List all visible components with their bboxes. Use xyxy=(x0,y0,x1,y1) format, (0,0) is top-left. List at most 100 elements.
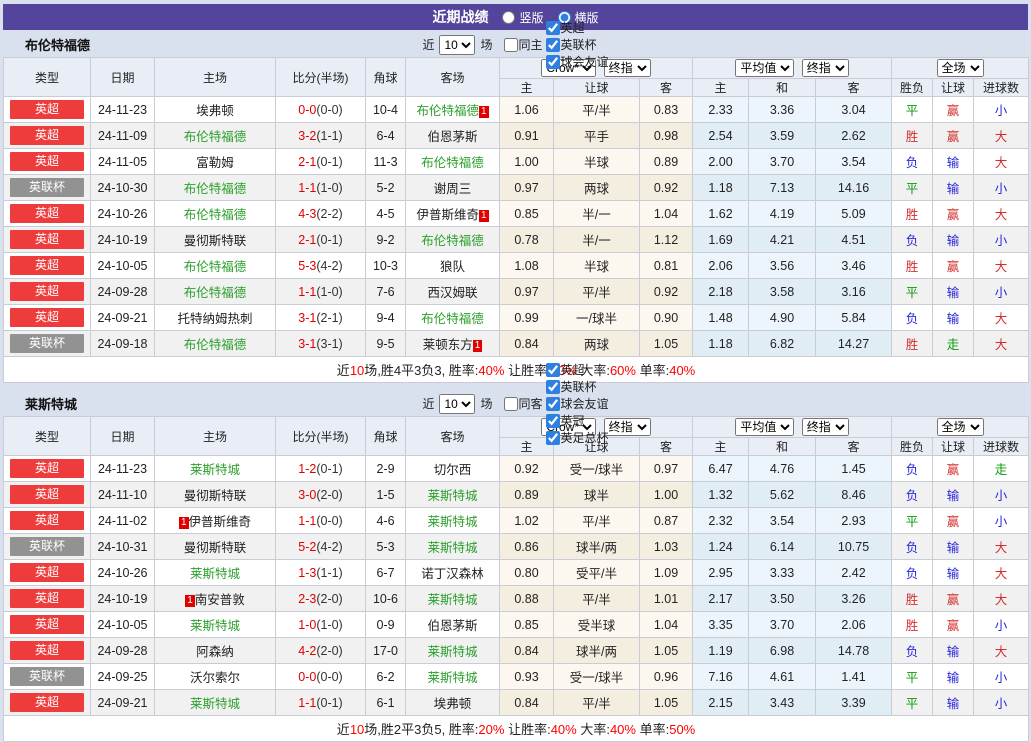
result-handicap-cell: 输 xyxy=(933,175,974,201)
table-row: 英联杯24-09-18布伦特福德3-1(3-1)9-5莱顿东方10.84两球1.… xyxy=(4,331,1029,357)
match-type-cell: 英超 xyxy=(4,560,91,586)
league-checkbox[interactable] xyxy=(546,55,560,69)
league-type-badge: 英联杯 xyxy=(10,537,84,556)
league-checkbox[interactable] xyxy=(546,21,560,35)
same-venue-checkbox-label[interactable]: 同客 xyxy=(503,395,543,412)
scope-select[interactable]: 全场 xyxy=(937,59,984,77)
odds-home-cell: 0.89 xyxy=(500,482,554,508)
result-goals-cell: 大 xyxy=(974,201,1029,227)
games-count-select[interactable]: 10 xyxy=(439,35,475,55)
league-checkbox[interactable] xyxy=(546,431,560,445)
league-checkbox-label[interactable]: 英超 xyxy=(545,361,609,378)
result-handicap-cell: 输 xyxy=(933,482,974,508)
col-date: 日期 xyxy=(91,417,155,456)
red-card-badge: 1 xyxy=(479,106,489,118)
result-handicap-cell: 输 xyxy=(933,534,974,560)
avg-home-cell: 1.32 xyxy=(693,482,749,508)
half-score: (2-2) xyxy=(316,207,342,221)
odds-away-cell: 0.87 xyxy=(640,508,693,534)
home-team-cell: 布伦特福德 xyxy=(155,253,276,279)
col-score: 比分(半场) xyxy=(276,417,366,456)
date-cell: 24-09-18 xyxy=(91,331,155,357)
league-checkbox-label[interactable]: 球会友谊 xyxy=(545,53,609,70)
date-cell: 24-10-26 xyxy=(91,201,155,227)
away-team-cell: 西汉姆联 xyxy=(406,279,500,305)
league-checkbox[interactable] xyxy=(546,414,560,428)
away-team-cell: 莱斯特城 xyxy=(406,664,500,690)
league-type-badge: 英超 xyxy=(10,126,84,145)
odds-home-cell: 0.84 xyxy=(500,638,554,664)
odds-stage-select[interactable]: 终指 xyxy=(604,59,651,77)
games-suffix: 场 xyxy=(480,395,492,412)
avg-draw-cell: 6.98 xyxy=(749,638,816,664)
league-type-badge: 英超 xyxy=(10,230,84,249)
league-checkbox-label[interactable]: 球会友谊 xyxy=(545,395,609,412)
table-row: 英超24-10-26莱斯特城1-3(1-1)6-7诺丁汉森林0.80受平/半1.… xyxy=(4,560,1029,586)
same-venue-checkbox[interactable] xyxy=(504,397,518,411)
league-checkbox-label[interactable]: 英联杯 xyxy=(545,378,609,395)
date-cell: 24-09-28 xyxy=(91,279,155,305)
same-venue-checkbox[interactable] xyxy=(504,38,518,52)
result-handicap-cell: 输 xyxy=(933,560,974,586)
half-score: (1-1) xyxy=(316,566,342,580)
away-team-cell: 莱斯特城 xyxy=(406,586,500,612)
away-team-cell: 莱斯特城 xyxy=(406,482,500,508)
avg-home-cell: 2.00 xyxy=(693,149,749,175)
summary-percent: 50% xyxy=(669,722,695,737)
avg-away-cell: 5.09 xyxy=(816,201,892,227)
table-row: 英超24-09-21莱斯特城1-1(0-1)6-1埃弗顿0.84平/半1.052… xyxy=(4,690,1029,716)
league-checkbox-label[interactable]: 英联杯 xyxy=(545,36,609,53)
avg-stage-select[interactable]: 终指 xyxy=(802,59,849,77)
home-team-cell: 沃尔索尔 xyxy=(155,664,276,690)
half-score: (4-2) xyxy=(316,259,342,273)
league-type-badge: 英超 xyxy=(10,204,84,223)
score-cell: 1-3(1-1) xyxy=(276,560,366,586)
full-score: 1-3 xyxy=(298,566,316,580)
avg-draw-cell: 3.50 xyxy=(749,586,816,612)
half-score: (2-0) xyxy=(316,644,342,658)
half-score: (0-0) xyxy=(316,670,342,684)
league-checkbox[interactable] xyxy=(546,380,560,394)
summary-percent: 40% xyxy=(551,722,577,737)
league-checkbox[interactable] xyxy=(546,363,560,377)
home-team-name: 布伦特福德 xyxy=(184,286,247,300)
summary-text: 场,胜2平3负5, 胜率: xyxy=(364,722,478,737)
avg-source-select[interactable]: 平均值 xyxy=(735,59,794,77)
league-checkbox-label[interactable]: 英足总杯 xyxy=(545,429,609,446)
result-winloss-cell: 负 xyxy=(892,305,933,331)
odds-away-cell: 1.12 xyxy=(640,227,693,253)
games-count-select[interactable]: 10 xyxy=(439,394,475,414)
result-goals-cell: 小 xyxy=(974,175,1029,201)
avg-away-cell: 3.26 xyxy=(816,586,892,612)
league-type-badge: 英超 xyxy=(10,563,84,582)
away-team-cell: 诺丁汉森林 xyxy=(406,560,500,586)
league-type-badge: 英超 xyxy=(10,511,84,530)
league-checkbox[interactable] xyxy=(546,397,560,411)
odds-stage-select[interactable]: 终指 xyxy=(604,418,651,436)
match-type-cell: 英超 xyxy=(4,253,91,279)
odds-home-cell: 1.08 xyxy=(500,253,554,279)
avg-stage-select[interactable]: 终指 xyxy=(802,418,849,436)
league-checkbox-label[interactable]: 英冠 xyxy=(545,412,609,429)
result-winloss-cell: 胜 xyxy=(892,123,933,149)
filter-bar: 近 10 场 同客 英超英联杯球会友谊英冠英足总杯 xyxy=(422,361,608,446)
away-team-cell: 伯恩茅斯 xyxy=(406,612,500,638)
match-type-cell: 英超 xyxy=(4,201,91,227)
full-score: 3-1 xyxy=(298,311,316,325)
home-team-cell: 曼彻斯特联 xyxy=(155,227,276,253)
full-score: 4-2 xyxy=(298,644,316,658)
corner-cell: 1-5 xyxy=(366,482,406,508)
same-venue-checkbox-label[interactable]: 同主 xyxy=(503,36,543,53)
away-team-name: 莱斯特城 xyxy=(427,515,477,529)
avg-draw-cell: 3.56 xyxy=(749,253,816,279)
avg-away-cell: 2.42 xyxy=(816,560,892,586)
red-card-badge: 1 xyxy=(179,517,189,529)
avg-source-select[interactable]: 平均值 xyxy=(735,418,794,436)
league-checkbox-label[interactable]: 英超 xyxy=(545,19,609,36)
away-team-cell: 切尔西 xyxy=(406,456,500,482)
date-cell: 24-10-05 xyxy=(91,612,155,638)
full-score: 1-1 xyxy=(298,285,316,299)
scope-select[interactable]: 全场 xyxy=(937,418,984,436)
away-team-name: 莱斯特城 xyxy=(427,671,477,685)
league-checkbox[interactable] xyxy=(546,38,560,52)
